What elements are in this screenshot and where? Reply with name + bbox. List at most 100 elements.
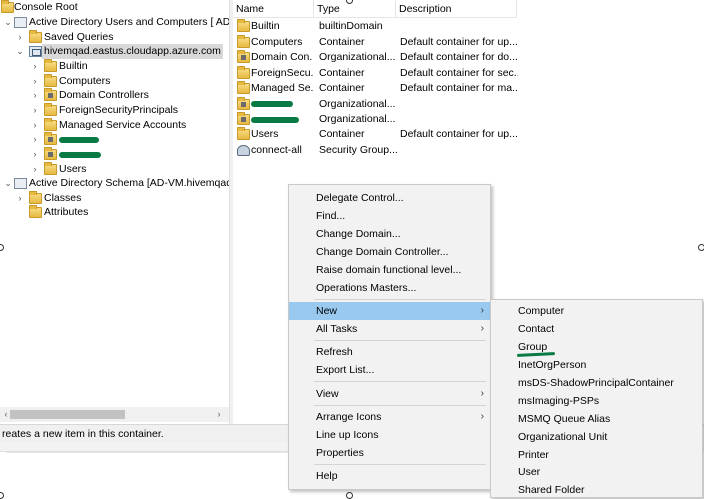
chevron-right-icon[interactable]: › xyxy=(30,132,40,147)
tree-node-aduc[interactable]: ⌄ Active Directory Users and Computers [… xyxy=(0,15,229,30)
tree-horizontal-scrollbar[interactable]: ‹ › xyxy=(0,407,229,422)
submenu-item-organizational-unit[interactable]: Organizational Unit xyxy=(491,428,702,446)
menu-item-raise-functional-level[interactable]: Raise domain functional level... xyxy=(289,261,490,279)
folder-icon xyxy=(29,191,42,204)
submenu-item-contact[interactable]: Contact xyxy=(491,320,702,338)
column-header-description[interactable]: Description xyxy=(396,0,517,18)
chevron-right-icon[interactable]: › xyxy=(30,103,40,118)
list-item[interactable]: Organizational... xyxy=(233,112,704,127)
menu-item-all-tasks[interactable]: All Tasks › xyxy=(289,320,490,338)
menu-item-find[interactable]: Find... xyxy=(289,207,490,225)
menu-item-arrange-icons[interactable]: Arrange Icons › xyxy=(289,408,490,426)
menu-item-change-domain[interactable]: Change Domain... xyxy=(289,225,490,243)
column-header-type[interactable]: Type xyxy=(314,0,396,18)
tree-node-computers[interactable]: › Computers xyxy=(0,74,229,89)
submenu-item-msmq-queue-alias[interactable]: MSMQ Queue Alias xyxy=(491,410,702,428)
chevron-right-icon[interactable]: › xyxy=(30,59,40,74)
scrollbar-thumb[interactable] xyxy=(10,410,125,419)
list-item[interactable]: Computers Container Default container fo… xyxy=(233,35,704,50)
list-item[interactable]: Managed Se... Container Default containe… xyxy=(233,81,704,96)
ou-folder-icon xyxy=(44,147,57,160)
folder-icon xyxy=(44,74,57,87)
console-tree[interactable]: Console Root ⌄ Active Directory Users an… xyxy=(0,0,229,423)
chevron-right-icon[interactable]: › xyxy=(30,74,40,89)
folder-icon xyxy=(44,103,57,116)
folder-icon xyxy=(237,35,250,48)
tree-node-managed-service-accounts[interactable]: › Managed Service Accounts xyxy=(0,118,229,133)
list-item[interactable]: Organizational... xyxy=(233,97,704,112)
tree-node-redacted-ou[interactable]: › xyxy=(0,147,229,162)
folder-icon xyxy=(237,127,250,140)
chevron-right-icon: › xyxy=(480,411,484,422)
menu-item-help[interactable]: Help xyxy=(289,467,490,485)
folder-icon xyxy=(29,205,42,218)
menu-separator xyxy=(314,405,486,406)
redaction-mark xyxy=(59,137,99,143)
ou-folder-icon xyxy=(44,88,57,101)
chevron-right-icon[interactable]: › xyxy=(30,147,40,162)
folder-icon xyxy=(237,66,250,79)
chevron-right-icon[interactable]: › xyxy=(30,118,40,133)
chevron-right-icon[interactable]: › xyxy=(30,88,40,103)
domain-icon xyxy=(29,46,42,57)
schema-icon xyxy=(14,178,27,189)
menu-item-label: All Tasks xyxy=(316,323,358,335)
submenu-item-msds-shadow-principal-container[interactable]: msDS-ShadowPrincipalContainer xyxy=(491,374,702,392)
resize-handle[interactable] xyxy=(698,244,704,251)
menu-item-refresh[interactable]: Refresh xyxy=(289,343,490,361)
list-item[interactable]: connect-all Security Group... xyxy=(233,143,704,158)
list-item[interactable]: Domain Con... Organizational... Default … xyxy=(233,50,704,65)
folder-icon xyxy=(29,30,42,43)
chevron-right-icon: › xyxy=(480,305,484,316)
menu-item-new[interactable]: New › xyxy=(289,302,490,320)
menu-separator xyxy=(314,299,486,300)
tree-node-console-root[interactable]: Console Root xyxy=(0,0,229,15)
tree-node-foreign-security-principals[interactable]: › ForeignSecurityPrincipals xyxy=(0,103,229,118)
redaction-mark xyxy=(59,152,101,158)
submenu-item-inetorgperson[interactable]: InetOrgPerson xyxy=(491,356,702,374)
tree-node-ad-schema[interactable]: ⌄ Active Directory Schema [AD-VM.hivemqa… xyxy=(0,176,229,191)
list-item[interactable]: ForeignSecu... Container Default contain… xyxy=(233,66,704,81)
tree-node-builtin[interactable]: › Builtin xyxy=(0,59,229,74)
list-item[interactable]: Builtin builtinDomain xyxy=(233,19,704,34)
menu-item-line-up-icons[interactable]: Line up Icons xyxy=(289,426,490,444)
menu-item-delegate-control[interactable]: Delegate Control... xyxy=(289,189,490,207)
menu-separator xyxy=(314,340,486,341)
submenu-item-msimaging-psps[interactable]: msImaging-PSPs xyxy=(491,392,702,410)
menu-item-view[interactable]: View › xyxy=(289,385,490,403)
folder-icon xyxy=(44,162,57,175)
chevron-right-icon[interactable]: › xyxy=(15,191,25,206)
folder-icon xyxy=(237,81,250,94)
ou-folder-icon xyxy=(237,112,250,125)
tree-node-users[interactable]: › Users xyxy=(0,162,229,177)
tree-node-redacted-ou[interactable]: › xyxy=(0,132,229,147)
submenu-item-computer[interactable]: Computer xyxy=(491,302,702,320)
folder-icon xyxy=(44,59,57,72)
chevron-down-icon[interactable]: ⌄ xyxy=(3,176,13,191)
chevron-right-icon[interactable]: › xyxy=(30,162,40,177)
submenu-item-user[interactable]: User xyxy=(491,463,702,481)
chevron-down-icon[interactable]: ⌄ xyxy=(3,15,13,30)
menu-item-label: New xyxy=(316,305,338,317)
tree-node-classes[interactable]: › Classes xyxy=(0,191,229,206)
submenu-item-printer[interactable]: Printer xyxy=(491,446,702,464)
tree-node-saved-queries[interactable]: › Saved Queries xyxy=(0,30,229,45)
aduc-icon xyxy=(14,17,27,28)
menu-item-properties[interactable]: Properties xyxy=(289,444,490,462)
new-submenu: Computer Contact Group InetOrgPerson msD… xyxy=(490,299,703,498)
scroll-right-icon[interactable]: › xyxy=(213,407,225,422)
folder-icon xyxy=(237,19,250,32)
menu-item-change-domain-controller[interactable]: Change Domain Controller... xyxy=(289,243,490,261)
chevron-down-icon[interactable]: ⌄ xyxy=(15,44,25,59)
list-item[interactable]: Users Container Default container for up… xyxy=(233,127,704,142)
menu-item-export-list[interactable]: Export List... xyxy=(289,361,490,379)
tree-node-domain-controllers[interactable]: › Domain Controllers xyxy=(0,88,229,103)
chevron-right-icon: › xyxy=(480,388,484,399)
tree-node-domain[interactable]: ⌄ hivemqad.eastus.cloudapp.azure.com xyxy=(0,44,229,59)
menu-item-operations-masters[interactable]: Operations Masters... xyxy=(289,279,490,297)
column-header-name[interactable]: Name xyxy=(233,0,314,18)
chevron-right-icon[interactable]: › xyxy=(15,30,25,45)
menu-separator xyxy=(314,464,486,465)
submenu-item-shared-folder[interactable]: Shared Folder xyxy=(491,481,702,499)
tree-node-attributes[interactable]: Attributes xyxy=(0,205,229,220)
